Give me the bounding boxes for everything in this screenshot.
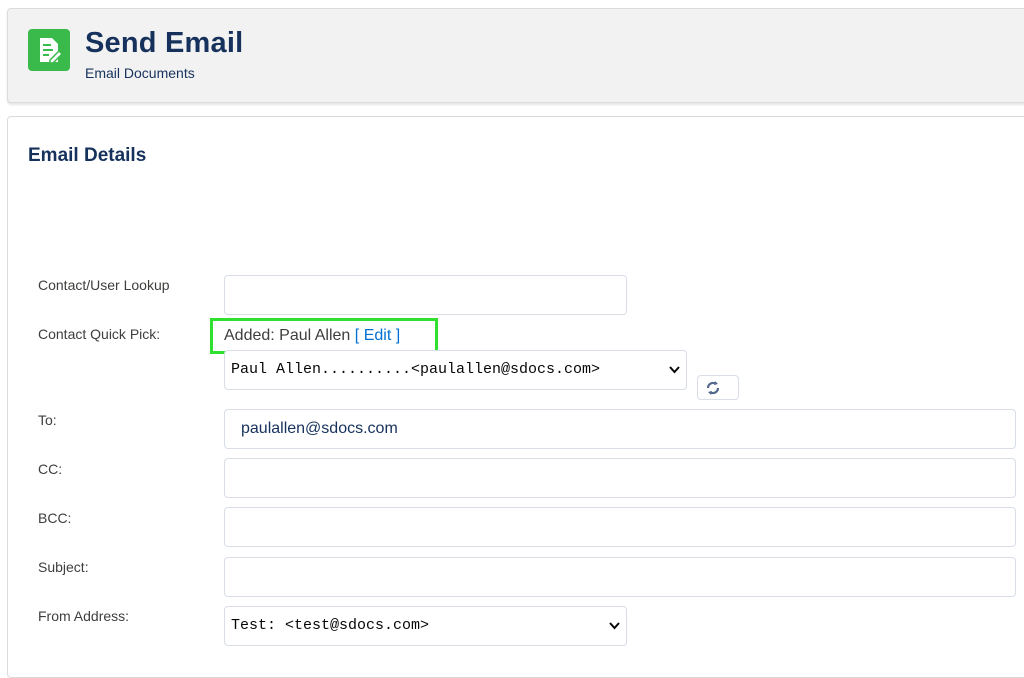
quick-pick-label: Contact Quick Pick: — [38, 326, 161, 342]
from-address-select[interactable]: Test: <test@sdocs.com> — [224, 606, 627, 646]
subject-label: Subject: — [38, 559, 89, 575]
section-title: Email Details — [28, 145, 147, 166]
document-edit-icon — [28, 29, 70, 71]
lookup-input[interactable] — [224, 275, 627, 315]
quick-pick-selected-value: Paul Allen..........<paulallen@sdocs.com… — [231, 361, 601, 378]
quick-pick-select[interactable]: Paul Allen..........<paulallen@sdocs.com… — [224, 350, 687, 390]
cc-input[interactable] — [224, 458, 1016, 498]
to-label: To: — [38, 412, 57, 428]
from-address-label: From Address: — [38, 608, 130, 624]
bcc-input[interactable] — [224, 507, 1016, 547]
page-title: Send Email — [85, 27, 244, 59]
added-contact-label: Added: Paul Allen — [224, 327, 351, 344]
lookup-label: Contact/User Lookup — [38, 277, 170, 293]
cc-label: CC: — [38, 461, 63, 477]
from-address-selected-value: Test: <test@sdocs.com> — [231, 617, 430, 634]
bcc-label: BCC: — [38, 510, 72, 526]
chevron-down-icon — [609, 622, 620, 630]
edit-link-close-bracket: ] — [395, 327, 401, 344]
refresh-button[interactable] — [697, 375, 739, 400]
chevron-down-icon — [669, 366, 680, 374]
page-header: Send Email Email Documents — [7, 8, 1024, 103]
subject-input[interactable] — [224, 557, 1016, 597]
refresh-icon — [706, 381, 720, 395]
to-input[interactable]: paulallen@sdocs.com — [224, 409, 1016, 449]
edit-link-open-bracket: [ — [354, 327, 360, 344]
edit-link[interactable]: Edit — [364, 327, 392, 344]
added-contact-text: Added: Paul Allen [ Edit ] — [224, 327, 400, 345]
page-subtitle: Email Documents — [85, 65, 195, 81]
